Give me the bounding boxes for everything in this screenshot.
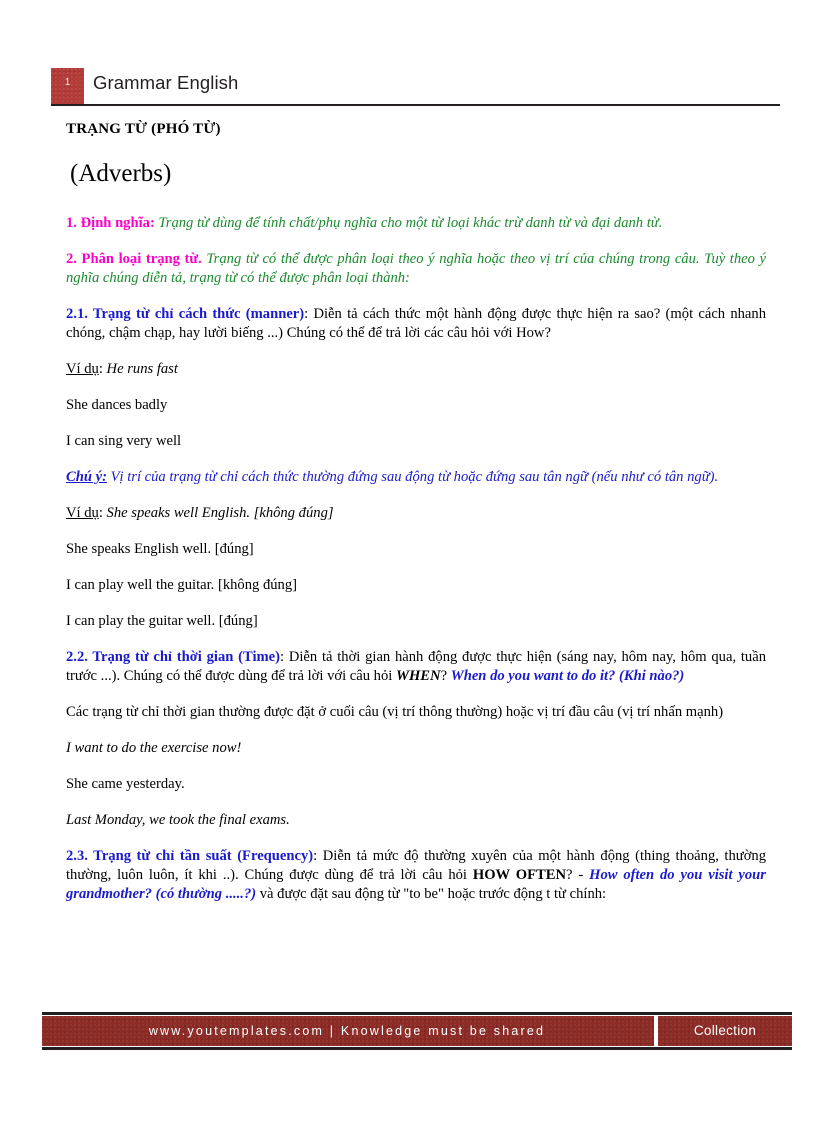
example-text: She speaks well English. [không đúng] bbox=[106, 505, 334, 521]
page-number-label: 1 bbox=[64, 77, 71, 88]
section-manner: 2.1. Trạng từ chỉ cách thức (manner): Di… bbox=[66, 305, 766, 343]
note-example-3: I can play well the guitar. [không đúng] bbox=[66, 577, 298, 593]
manner-label: 2.1. Trạng từ chỉ cách thức (manner) bbox=[66, 306, 305, 322]
manner-example-3: I can sing very well bbox=[66, 433, 182, 449]
frequency-how-often-keyword: HOW OFTEN bbox=[472, 867, 567, 883]
document-heading-english: (Adverbs) bbox=[70, 160, 172, 187]
frequency-text-part3: và được đặt sau động từ "to be" hoặc trư… bbox=[256, 886, 607, 902]
time-example-3: Last Monday, we took the final exams. bbox=[66, 812, 290, 828]
time-position-note: Các trạng từ chỉ thời gian thường được đ… bbox=[66, 704, 724, 720]
header-divider bbox=[51, 104, 780, 106]
section-time: 2.2. Trạng từ chỉ thời gian (Time): Diễn… bbox=[66, 648, 766, 686]
time-example-2: She came yesterday. bbox=[66, 776, 185, 792]
note-example-first: Ví dụ: She speaks well English. [không đ… bbox=[66, 504, 766, 523]
footer-bottom-rule bbox=[42, 1047, 792, 1050]
page-number-badge: 1 bbox=[51, 68, 84, 104]
definition-text: Trạng từ dùng để tính chất/phụ nghĩa cho… bbox=[154, 215, 663, 231]
time-label: 2.2. Trạng từ chỉ thời gian (Time) bbox=[66, 649, 281, 665]
time-example-1: I want to do the exercise now! bbox=[66, 740, 242, 756]
example-colon: : bbox=[98, 361, 107, 377]
footer-website-text: www.youtemplates.com | Knowledge must be… bbox=[148, 1024, 546, 1038]
frequency-text-part2: ? - bbox=[566, 867, 590, 883]
section-frequency: 2.3. Trạng từ chỉ tần suất (Frequency): … bbox=[66, 847, 766, 904]
note-example-2: She speaks English well. [đúng] bbox=[66, 541, 254, 557]
document-page: 1 Grammar English TRẠNG TỪ (PHÓ TỪ) (Adv… bbox=[0, 0, 816, 1123]
note-label: Chú ý: bbox=[66, 469, 107, 485]
page-footer: www.youtemplates.com | Knowledge must be… bbox=[42, 1012, 792, 1050]
time-text-part2: ? bbox=[440, 668, 451, 684]
footer-top-rule bbox=[42, 1012, 792, 1015]
example-label: Ví dụ bbox=[66, 505, 99, 521]
page-header: 1 Grammar English bbox=[51, 68, 780, 106]
example-text: He runs fast bbox=[106, 361, 178, 377]
frequency-label: 2.3. Trạng từ chỉ tần suất (Frequency) bbox=[66, 848, 314, 864]
time-when-keyword: WHEN bbox=[395, 668, 441, 684]
example-colon: : bbox=[98, 505, 107, 521]
document-body: TRẠNG TỪ (PHÓ TỪ) (Adverbs) 1. Định nghĩ… bbox=[66, 120, 766, 921]
time-question: When do you want to do it? (Khi nào?) bbox=[450, 668, 685, 684]
document-heading-vietnamese: TRẠNG TỪ (PHÓ TỪ) bbox=[66, 121, 221, 137]
manner-note: Chú ý: Vị trí của trạng từ chỉ cách thức… bbox=[66, 468, 766, 487]
footer-collection-label: Collection bbox=[693, 1023, 757, 1038]
section-classification: 2. Phân loại trạng từ. Trạng từ có thể đ… bbox=[66, 250, 766, 288]
example-label: Ví dụ bbox=[66, 361, 99, 377]
definition-label: 1. Định nghĩa: bbox=[66, 215, 155, 231]
note-text: Vị trí của trạng từ chỉ cách thức thường… bbox=[106, 469, 719, 485]
manner-example-first: Ví dụ: He runs fast bbox=[66, 360, 766, 379]
manner-example-2: She dances badly bbox=[66, 397, 168, 413]
note-example-4: I can play the guitar well. [đúng] bbox=[66, 613, 258, 629]
section-definition: 1. Định nghĩa: Trạng từ dùng để tính chấ… bbox=[66, 214, 766, 233]
header-title: Grammar English bbox=[93, 72, 239, 93]
classification-label: 2. Phân loại trạng từ. bbox=[66, 251, 202, 267]
